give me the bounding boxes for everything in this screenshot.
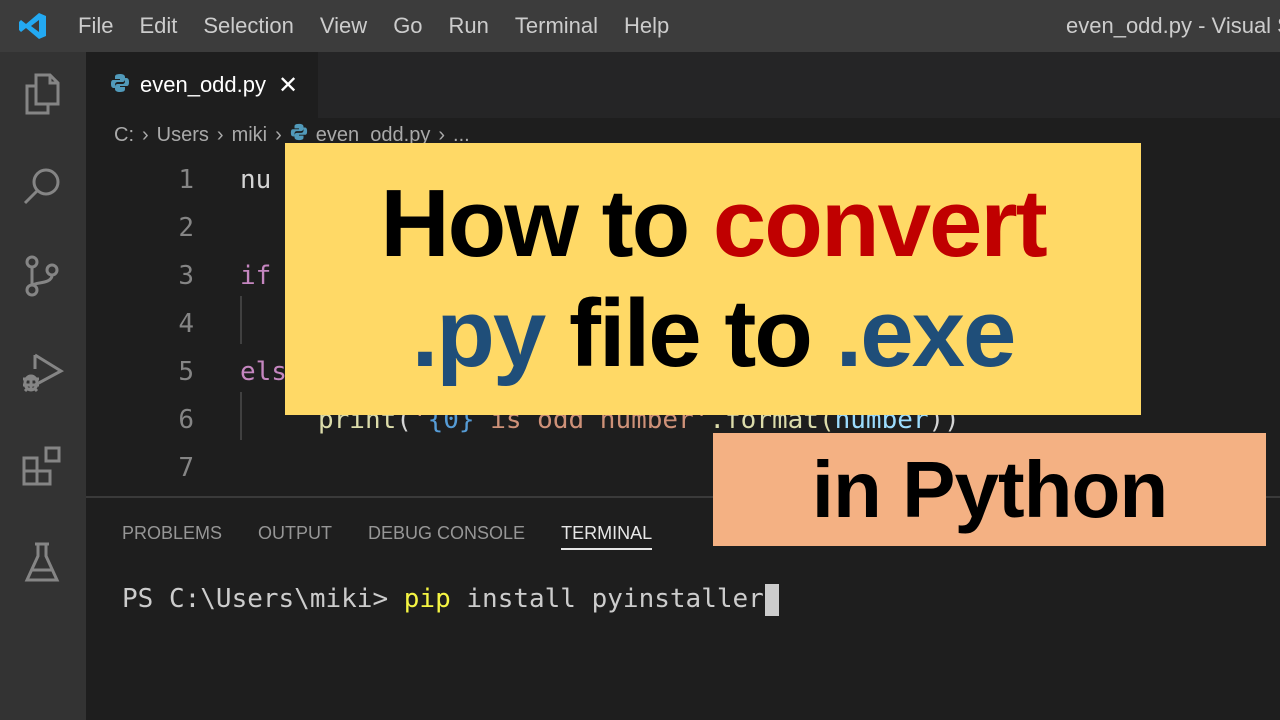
terminal-input[interactable]: PS C:\Users\miki> pip install pyinstalle… — [122, 582, 779, 616]
code-text: if — [240, 261, 272, 291]
menu-bar: File Edit Selection View Go Run Terminal… — [66, 0, 682, 52]
terminal-args: install pyinstaller — [450, 584, 764, 614]
banner-text: How to — [380, 170, 713, 277]
menu-run[interactable]: Run — [436, 0, 502, 52]
tab-terminal[interactable]: TERMINAL — [561, 518, 653, 550]
code-text: nu — [240, 165, 272, 195]
activity-bar — [0, 52, 86, 720]
python-icon — [110, 73, 130, 98]
tab-output[interactable]: OUTPUT — [258, 518, 332, 550]
code-text: els — [240, 357, 287, 387]
search-icon[interactable] — [18, 162, 66, 210]
title-bar: File Edit Selection View Go Run Terminal… — [0, 0, 1280, 52]
chevron-right-icon: › — [275, 123, 282, 146]
tab-debug-console[interactable]: DEBUG CONSOLE — [368, 518, 525, 550]
menu-selection[interactable]: Selection — [190, 0, 307, 52]
banner-text: file to — [544, 280, 836, 387]
line-number: 7 — [178, 453, 194, 483]
breadcrumb-item-miki[interactable]: miki — [232, 124, 268, 147]
terminal-command: pip — [403, 584, 451, 614]
banner-text-highlight: .exe — [835, 280, 1017, 387]
line-number: 6 — [178, 405, 194, 435]
close-icon[interactable]: ✕ — [278, 71, 298, 100]
window-title: even_odd.py - Visual St — [1066, 13, 1280, 38]
title-banner: How to convert .py file to .exe — [285, 143, 1141, 415]
menu-go[interactable]: Go — [380, 0, 435, 52]
subtitle-banner: in Python — [713, 433, 1266, 546]
testing-icon[interactable] — [18, 538, 66, 586]
run-debug-icon[interactable] — [18, 348, 66, 396]
explorer-icon[interactable] — [18, 70, 66, 118]
line-number: 3 — [178, 261, 194, 291]
tab-label: even_odd.py — [140, 72, 266, 97]
extensions-icon[interactable] — [18, 442, 66, 490]
breadcrumb-item-users[interactable]: Users — [157, 124, 209, 147]
banner-line-2: .py file to .exe — [411, 279, 1017, 389]
terminal-cursor — [764, 583, 779, 616]
banner-text-highlight: convert — [712, 170, 1048, 277]
banner-text-highlight: .py — [411, 280, 547, 387]
line-number: 4 — [178, 309, 194, 339]
subtitle-text: in Python — [811, 444, 1168, 534]
tab-problems[interactable]: PROBLEMS — [122, 518, 222, 550]
line-number: 2 — [178, 213, 194, 243]
source-control-icon[interactable] — [18, 252, 66, 300]
menu-terminal[interactable]: Terminal — [502, 0, 611, 52]
vscode-logo-icon — [0, 0, 66, 52]
menu-view[interactable]: View — [307, 0, 380, 52]
panel-tabs: PROBLEMS OUTPUT DEBUG CONSOLE TERMINAL — [122, 518, 688, 550]
line-number: 1 — [178, 165, 194, 195]
chevron-right-icon: › — [142, 123, 149, 146]
banner-line-1: How to convert — [380, 169, 1048, 279]
chevron-right-icon: › — [216, 123, 224, 146]
terminal-prompt: PS C:\Users\miki> — [122, 584, 404, 614]
tab-even-odd-py[interactable]: even_odd.py ✕ — [86, 52, 318, 118]
menu-file[interactable]: File — [66, 0, 126, 52]
line-number: 5 — [178, 357, 194, 387]
editor-tab-strip: even_odd.py ✕ — [86, 52, 1280, 118]
breadcrumb-item-drive[interactable]: C: — [114, 124, 134, 147]
menu-help[interactable]: Help — [611, 0, 682, 52]
menu-edit[interactable]: Edit — [126, 0, 190, 52]
